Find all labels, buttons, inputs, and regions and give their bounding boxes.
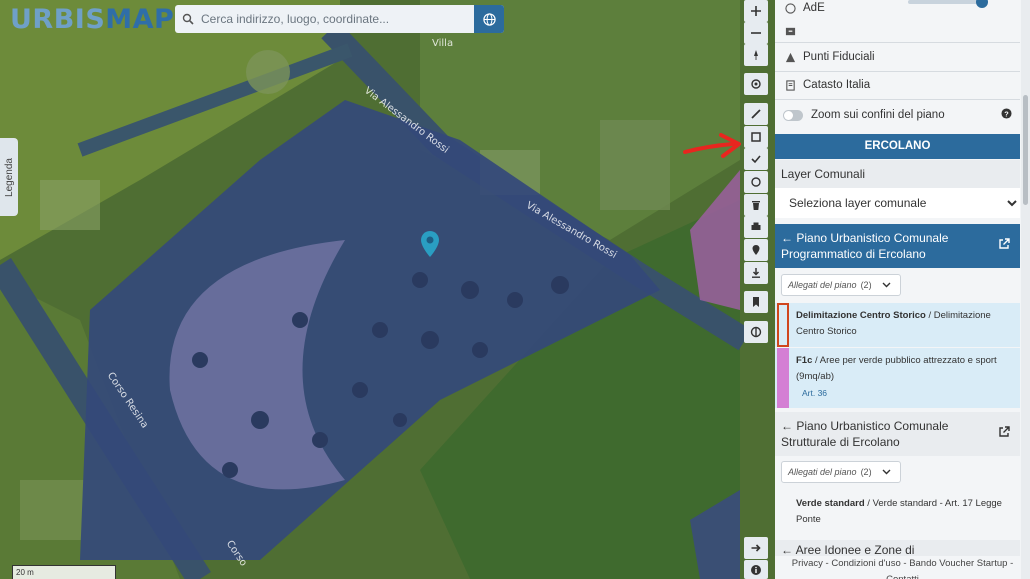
archive-row[interactable]: [775, 22, 1020, 40]
punti-fiduciali-row[interactable]: Punti Fiduciali: [775, 44, 1020, 70]
print-icon: [751, 222, 761, 230]
layer-select-wrapper: Seleziona layer comunale: [775, 188, 1020, 218]
measure-area-icon: [751, 132, 761, 142]
back-arrow-icon: ←: [781, 231, 797, 245]
download-icon: [752, 268, 760, 278]
download-button[interactable]: [744, 262, 768, 284]
legend-item-f1c[interactable]: F1c / Aree per verde pubblico attrezzato…: [775, 348, 1020, 408]
plan-title: Piano Urbanistico Comunale Strutturale d…: [781, 419, 949, 449]
allegati-count: (2): [860, 280, 872, 290]
book-icon: [785, 79, 803, 91]
legend-tab[interactable]: Legenda: [0, 138, 18, 216]
collapse-panel-button[interactable]: [744, 537, 768, 559]
zoom-confini-row: Zoom sui confini del piano ?: [775, 102, 1020, 128]
print-button[interactable]: [744, 216, 768, 238]
bookmark-icon: [753, 297, 759, 307]
svg-text:?: ?: [1004, 109, 1009, 118]
measure-line-icon: [751, 109, 761, 119]
legend-item-verde-standard[interactable]: Verde standard / Verde standard - Art. 1…: [775, 493, 1020, 528]
compass-icon: [754, 50, 758, 60]
trash-icon: [752, 201, 760, 210]
delete-button[interactable]: [744, 194, 768, 216]
legend-item-name: Delimitazione Centro Storico: [796, 310, 926, 321]
map-marker-icon[interactable]: [420, 230, 440, 263]
info-icon: [751, 564, 761, 575]
catasto-row[interactable]: Catasto Italia: [775, 72, 1020, 98]
legend-swatch: [777, 348, 789, 408]
allegati-label: Allegati del piano: [788, 467, 857, 477]
marker-icon: [752, 245, 760, 255]
triangle-icon: [785, 52, 803, 63]
globe-icon: [785, 2, 803, 14]
allegati-dropdown[interactable]: Allegati del piano (2): [781, 274, 901, 296]
zoom-confini-label: Zoom sui confini del piano: [811, 109, 945, 121]
globe-icon: [482, 12, 496, 26]
layers-icon: [750, 326, 762, 338]
chevron-down-icon: [882, 280, 891, 290]
circle-button[interactable]: [744, 171, 768, 193]
map-canvas[interactable]: URBISMAP Legenda Corso Resina Via Alessa…: [0, 0, 775, 579]
legend-item-centro-storico[interactable]: Delimitazione Centro Storico / Delimitaz…: [775, 303, 1020, 347]
globe-button[interactable]: [474, 5, 504, 33]
legend-tab-label: Legenda: [3, 157, 15, 197]
punti-fiduciali-label: Punti Fiduciali: [803, 51, 875, 63]
layer-comunali-label: Layer Comunali: [775, 160, 1020, 188]
back-arrow-icon: ←: [781, 543, 796, 557]
plan-header-programmatico[interactable]: ← Piano Urbanistico Comunale Programmati…: [775, 224, 1020, 268]
help-icon[interactable]: ?: [1001, 108, 1012, 122]
back-arrow-icon: ←: [781, 419, 797, 433]
search-input[interactable]: [201, 5, 474, 33]
zoom-confini-toggle[interactable]: [783, 109, 803, 121]
map-scale: 20 m: [12, 565, 116, 579]
chevron-down-icon: [882, 467, 891, 477]
locate-button[interactable]: [744, 73, 768, 95]
marker-button[interactable]: [744, 239, 768, 261]
legend-swatch: [777, 303, 789, 347]
plan-header-strutturale[interactable]: ← Piano Urbanistico Comunale Strutturale…: [775, 412, 1020, 456]
zoom-in-icon: [751, 6, 761, 16]
zoom-out-button[interactable]: [744, 22, 768, 44]
external-link-icon[interactable]: [998, 238, 1010, 254]
compass-button[interactable]: [744, 44, 768, 66]
search-bar: [175, 5, 504, 33]
locate-icon: [751, 79, 761, 89]
circle-icon: [751, 177, 761, 187]
urbismap-logo[interactable]: URBISMAP: [10, 4, 174, 35]
footer-links[interactable]: Privacy - Condizioni d'uso - Bando Vouch…: [775, 556, 1030, 579]
measure-area-button[interactable]: [744, 126, 768, 148]
ade-row[interactable]: AdE: [775, 0, 1020, 16]
external-link-icon[interactable]: [998, 426, 1010, 442]
plan-title: Piano Urbanistico Comunale Programmatico…: [781, 231, 949, 261]
annotation-arrow-icon: [683, 132, 743, 167]
zoom-in-button[interactable]: [744, 0, 768, 22]
zoom-out-icon: [751, 32, 761, 34]
legend-item-art-link[interactable]: Art. 36: [796, 388, 827, 398]
comune-title: ERCOLANO: [775, 134, 1020, 159]
info-button[interactable]: [744, 560, 768, 579]
measure-line-button[interactable]: [744, 103, 768, 125]
legend-item-name: Verde standard: [796, 498, 865, 509]
catasto-label: Catasto Italia: [803, 79, 871, 91]
arrow-right-icon: [751, 544, 761, 552]
allegati-label: Allegati del piano: [788, 280, 857, 290]
allegati-dropdown[interactable]: Allegati del piano (2): [781, 461, 901, 483]
layer-comunale-select[interactable]: Seleziona layer comunale: [775, 188, 1020, 218]
panel-scrollbar[interactable]: [1021, 0, 1030, 579]
draw-line-button[interactable]: [744, 148, 768, 170]
bookmark-button[interactable]: [744, 291, 768, 313]
place-label: Villa: [432, 38, 454, 49]
search-icon: [175, 5, 201, 33]
legend-item-desc: Aree per verde pubblico attrezzato e spo…: [796, 355, 997, 382]
allegati-count: (2): [860, 467, 872, 477]
ade-label: AdE: [803, 2, 825, 14]
map-imagery: [0, 0, 775, 579]
panel-scrollbar-thumb[interactable]: [1023, 95, 1028, 205]
archive-icon: [785, 26, 803, 37]
legend-item-name: F1c: [796, 355, 813, 366]
draw-line-icon: [751, 155, 761, 164]
plan-title: Aree Idonee e Zone di: [795, 543, 915, 557]
layers-button[interactable]: [744, 321, 768, 343]
